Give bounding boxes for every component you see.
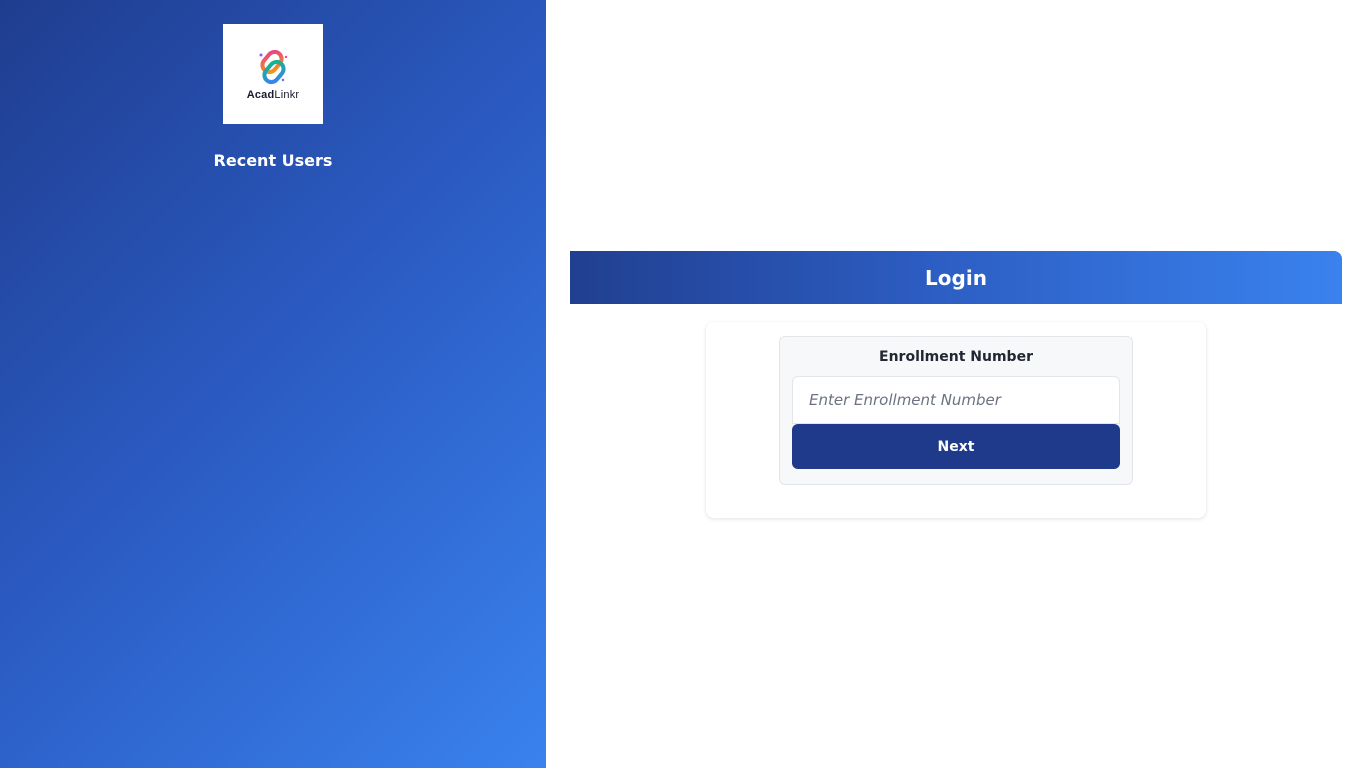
main-area: Login Enrollment Number Next	[546, 0, 1366, 768]
recent-users-title: Recent Users	[213, 151, 333, 170]
enrollment-form: Enrollment Number Next	[779, 336, 1133, 485]
login-header: Login	[570, 251, 1342, 304]
logo-wordmark: AcadLinkr	[246, 89, 300, 101]
app-logo: AcadLinkr	[223, 24, 323, 124]
login-card: Enrollment Number Next	[706, 322, 1206, 518]
login-title: Login	[925, 265, 987, 290]
next-button[interactable]: Next	[792, 424, 1120, 469]
enrollment-label: Enrollment Number	[879, 349, 1033, 365]
enrollment-input[interactable]	[792, 376, 1120, 424]
sidebar: AcadLinkr Recent Users	[0, 0, 546, 768]
app-root: AcadLinkr Recent Users Login Enrollment …	[0, 0, 1366, 768]
chain-link-icon	[259, 49, 288, 85]
